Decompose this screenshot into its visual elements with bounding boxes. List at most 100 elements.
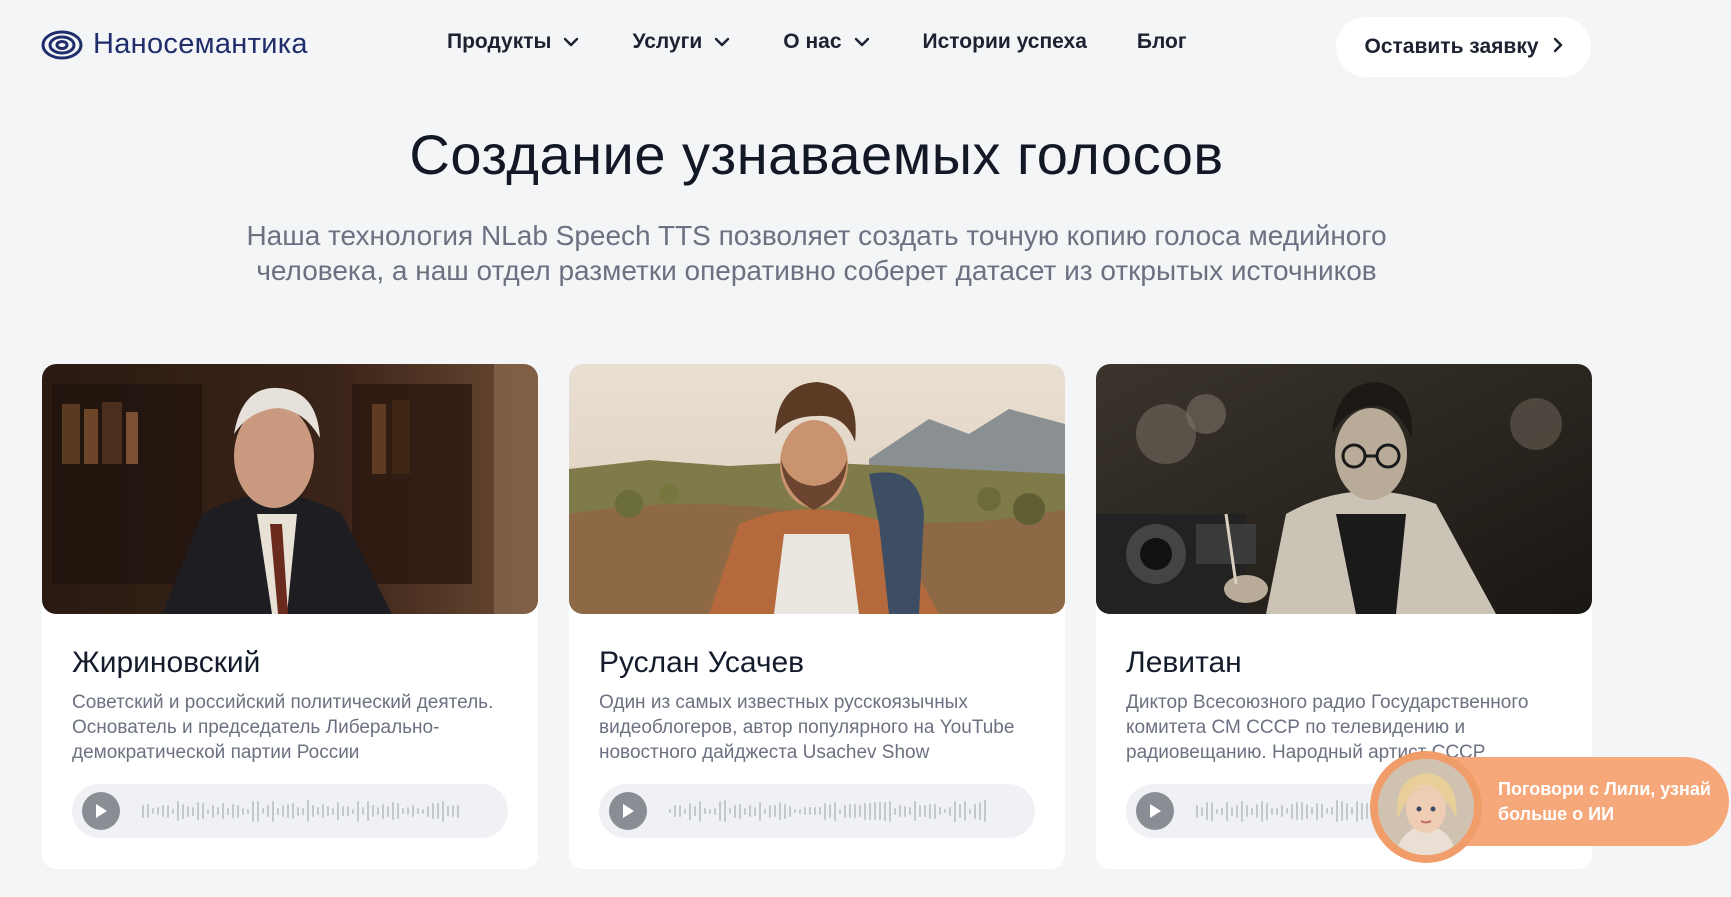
waveform-bar bbox=[744, 807, 746, 815]
waveform-bar bbox=[1261, 800, 1263, 822]
waveform-bar bbox=[1256, 804, 1258, 818]
waveform-bar bbox=[879, 802, 881, 820]
waveform-bar bbox=[1221, 807, 1223, 815]
waveform-bar bbox=[704, 808, 706, 814]
chat-widget-line: больше о ИИ bbox=[1498, 804, 1615, 824]
waveform-bar bbox=[452, 805, 454, 817]
play-icon[interactable] bbox=[1136, 792, 1174, 830]
waveform-bar bbox=[212, 804, 214, 818]
waveform-bar bbox=[764, 808, 766, 814]
waveform-bar bbox=[227, 807, 229, 815]
waveform-bar bbox=[694, 806, 696, 816]
audio-player[interactable] bbox=[72, 784, 508, 838]
waveform-bar bbox=[377, 807, 379, 815]
waveform-bar bbox=[904, 805, 906, 817]
submit-request-label: Оставить заявку bbox=[1364, 35, 1539, 58]
waveform-bar bbox=[739, 803, 741, 819]
waveform-bar bbox=[1361, 802, 1363, 820]
waveform-bar bbox=[834, 801, 836, 821]
waveform-bar bbox=[1231, 806, 1233, 816]
chevron-down-icon bbox=[563, 37, 579, 47]
waveform-bar bbox=[1311, 807, 1313, 815]
subtitle-line: Наша технология NLab Speech TTS позволяе… bbox=[246, 220, 1387, 251]
nav-item-products[interactable]: Продукты bbox=[447, 30, 579, 54]
waveform-bar bbox=[197, 802, 199, 820]
waveform-bar bbox=[859, 805, 861, 817]
chat-widget[interactable]: Поговори с Лили, узнай больше о ИИ bbox=[1370, 751, 1729, 863]
waveform-bar bbox=[839, 808, 841, 814]
waveform-bar bbox=[969, 808, 971, 814]
nav-item-services[interactable]: Услуги bbox=[632, 30, 730, 54]
waveform-bar bbox=[217, 807, 219, 815]
voice-name: Руслан Усачев bbox=[599, 646, 805, 679]
chat-widget-line: Поговори с Лили, узнай bbox=[1498, 779, 1711, 799]
waveform-bar bbox=[267, 805, 269, 817]
waveform-bar bbox=[297, 806, 299, 816]
waveform-bar bbox=[814, 807, 816, 815]
waveform-bar bbox=[1196, 804, 1198, 818]
waveform-bar bbox=[1236, 804, 1238, 818]
waveform-bar bbox=[779, 802, 781, 820]
chevron-right-icon bbox=[1553, 35, 1563, 59]
waveform-bar bbox=[257, 800, 259, 822]
waveform-bar bbox=[177, 801, 179, 821]
waveform-bar bbox=[1366, 803, 1368, 819]
nav-item-label: О нас bbox=[783, 30, 842, 53]
chat-avatar[interactable] bbox=[1370, 751, 1482, 863]
nav-item-about[interactable]: О нас bbox=[783, 30, 869, 54]
waveform-bar bbox=[919, 805, 921, 817]
waveform-bar bbox=[437, 803, 439, 819]
waveform-bar bbox=[924, 805, 926, 817]
waveform-bar bbox=[387, 805, 389, 817]
waveform-bar bbox=[889, 800, 891, 822]
brand-logo[interactable]: Наносемантика bbox=[41, 28, 308, 61]
waveform-bar bbox=[734, 804, 736, 818]
waveform-bar bbox=[237, 804, 239, 818]
play-icon[interactable] bbox=[82, 792, 120, 830]
waveform-bar bbox=[147, 804, 149, 818]
waveform-bar bbox=[1266, 802, 1268, 820]
waveform-bar bbox=[422, 808, 424, 814]
waveform-bar bbox=[342, 806, 344, 816]
waveform-bar bbox=[152, 808, 154, 814]
waveform-bar bbox=[1296, 802, 1298, 820]
play-icon[interactable] bbox=[609, 792, 647, 830]
waveform-bar bbox=[929, 803, 931, 819]
waveform-bar bbox=[202, 803, 204, 819]
waveform-bar bbox=[944, 809, 946, 813]
nav-item-success-stories[interactable]: Истории успеха bbox=[923, 30, 1087, 54]
waveform-bar bbox=[1336, 800, 1338, 822]
audio-player[interactable] bbox=[599, 784, 1035, 838]
waveform-bar bbox=[357, 800, 359, 822]
nav-item-blog[interactable]: Блог bbox=[1137, 30, 1187, 54]
waveform-bar bbox=[332, 807, 334, 815]
voice-photo bbox=[42, 364, 538, 614]
waveform-bar bbox=[1246, 805, 1248, 817]
voice-photo-image bbox=[1096, 364, 1592, 614]
waveform-bar bbox=[844, 804, 846, 818]
voice-name: Жириновский bbox=[72, 646, 261, 679]
waveform-bar bbox=[1271, 807, 1273, 815]
submit-request-button[interactable]: Оставить заявку bbox=[1336, 17, 1591, 77]
waveform-bar bbox=[187, 805, 189, 817]
waveform-bar bbox=[427, 805, 429, 817]
waveform-bar bbox=[749, 805, 751, 817]
nav-item-label: Услуги bbox=[632, 30, 703, 53]
page-title: Создание узнаваемых голосов bbox=[409, 123, 1224, 186]
waveform-bar bbox=[287, 804, 289, 818]
waveform-bar bbox=[699, 800, 701, 822]
waveform-bar bbox=[307, 800, 309, 822]
waveform-bar bbox=[302, 807, 304, 815]
waveform-bar bbox=[719, 801, 721, 821]
waveform-bar bbox=[397, 803, 399, 819]
waveform-bar bbox=[262, 808, 264, 814]
waveform-bar bbox=[854, 804, 856, 818]
waveform-bar bbox=[789, 805, 791, 817]
audio-waveform[interactable] bbox=[142, 796, 508, 826]
waveform-bar bbox=[714, 807, 716, 815]
audio-waveform[interactable] bbox=[669, 796, 1035, 826]
waveform-bar bbox=[674, 805, 676, 817]
voice-description: Один из самых известных русскоязычных ви… bbox=[599, 692, 1015, 763]
waveform-bar bbox=[709, 808, 711, 814]
chevron-down-icon bbox=[714, 37, 730, 47]
